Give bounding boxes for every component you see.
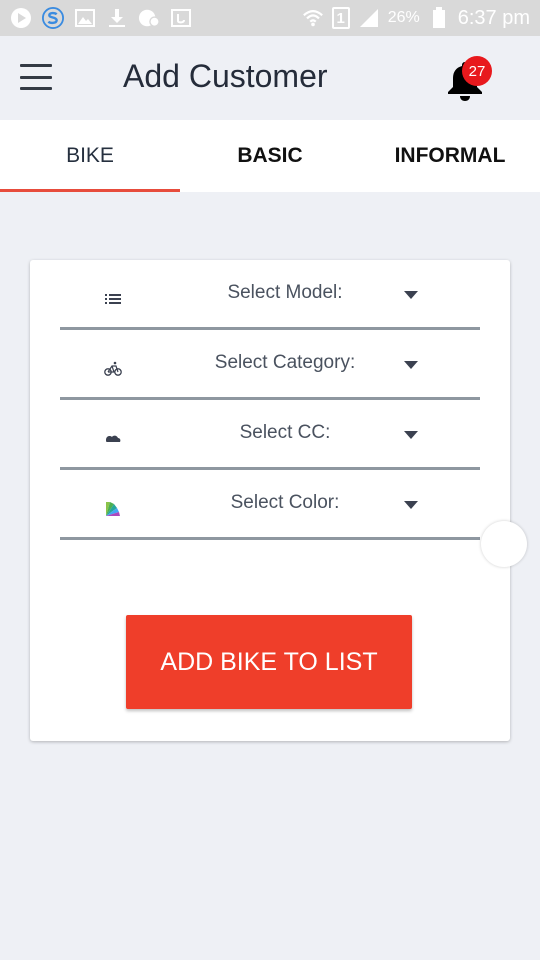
notification-badge: 27 — [462, 56, 492, 86]
menu-icon[interactable] — [20, 64, 52, 90]
app-header: Add Customer 27 — [0, 36, 540, 120]
color-palette-icon — [104, 500, 122, 518]
chevron-down-icon — [404, 291, 418, 299]
bicycle-icon — [104, 360, 122, 378]
sim-slot-label: 1 — [336, 9, 345, 27]
bike-form-card: Select Model: Select Category: Select CC… — [30, 260, 510, 741]
floating-handle[interactable] — [481, 521, 527, 567]
battery-percent: 26% — [387, 9, 420, 26]
play-circle-icon — [10, 7, 32, 29]
sim-1-icon: 1 — [331, 7, 350, 29]
page-title: Add Customer — [123, 58, 328, 94]
chevron-down-icon — [404, 361, 418, 369]
wallet-icon — [170, 7, 192, 29]
image-icon — [74, 7, 96, 29]
color-select-label: Select Color: — [230, 492, 340, 513]
tab-bike[interactable]: BIKE — [0, 120, 180, 192]
download-icon — [106, 7, 128, 29]
chevron-down-icon — [404, 501, 418, 509]
status-icons-left — [10, 7, 192, 29]
tab-basic[interactable]: BASIC — [180, 120, 360, 192]
notification-icon — [138, 7, 160, 29]
clock: 6:37 pm — [457, 6, 530, 29]
add-bike-button[interactable]: ADD BIKE TO LIST — [126, 615, 412, 709]
model-select[interactable]: Select Model: — [60, 260, 480, 330]
cc-select[interactable]: Select CC: — [60, 400, 480, 470]
list-icon — [104, 290, 122, 308]
model-select-label: Select Model: — [227, 282, 343, 303]
tab-bar: BIKE BASIC INFORMAL — [0, 120, 540, 192]
battery-icon — [428, 7, 450, 29]
tab-informal[interactable]: INFORMAL — [360, 120, 540, 192]
wifi-icon — [302, 7, 324, 29]
status-bar: 1 26% 6:37 pm — [0, 0, 540, 36]
color-select[interactable]: Select Color: — [60, 470, 480, 540]
status-icons-right: 1 26% 6:37 pm — [302, 7, 530, 30]
cc-select-label: Select CC: — [239, 422, 331, 443]
category-select-label: Select Category: — [214, 352, 356, 373]
chevron-down-icon — [404, 431, 418, 439]
signal-icon — [358, 7, 380, 29]
s-app-icon — [42, 7, 64, 29]
engine-icon — [104, 430, 122, 448]
category-select[interactable]: Select Category: — [60, 330, 480, 400]
